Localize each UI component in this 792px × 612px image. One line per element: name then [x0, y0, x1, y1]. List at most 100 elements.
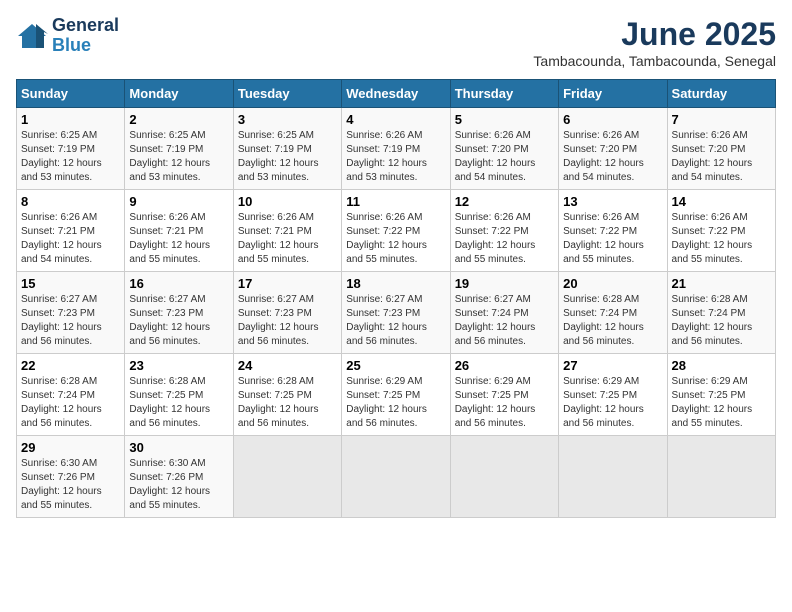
daylight-label: Daylight: 12 hours and 53 minutes. [238, 158, 319, 183]
sunrise-label: Sunrise: 6:26 AM [346, 212, 422, 223]
day-info: Sunrise: 6:26 AM Sunset: 7:21 PM Dayligh… [21, 211, 120, 267]
daylight-label: Daylight: 12 hours and 56 minutes. [672, 322, 753, 347]
daylight-label: Daylight: 12 hours and 55 minutes. [129, 240, 210, 265]
daylight-label: Daylight: 12 hours and 56 minutes. [346, 322, 427, 347]
daylight-label: Daylight: 12 hours and 55 minutes. [238, 240, 319, 265]
calendar-week-row: 29 Sunrise: 6:30 AM Sunset: 7:26 PM Dayl… [17, 436, 776, 518]
daylight-label: Daylight: 12 hours and 56 minutes. [21, 322, 102, 347]
calendar-cell: 29 Sunrise: 6:30 AM Sunset: 7:26 PM Dayl… [17, 436, 125, 518]
day-info: Sunrise: 6:26 AM Sunset: 7:22 PM Dayligh… [455, 211, 554, 267]
weekday-header-monday: Monday [125, 80, 233, 108]
weekday-header-wednesday: Wednesday [342, 80, 450, 108]
sunset-label: Sunset: 7:24 PM [21, 390, 95, 401]
calendar-cell: 10 Sunrise: 6:26 AM Sunset: 7:21 PM Dayl… [233, 190, 341, 272]
day-info: Sunrise: 6:25 AM Sunset: 7:19 PM Dayligh… [129, 129, 228, 185]
sunrise-label: Sunrise: 6:29 AM [563, 376, 639, 387]
sunset-label: Sunset: 7:22 PM [672, 226, 746, 237]
sunrise-label: Sunrise: 6:25 AM [21, 130, 97, 141]
day-info: Sunrise: 6:26 AM Sunset: 7:22 PM Dayligh… [672, 211, 771, 267]
day-number: 9 [129, 194, 228, 209]
day-info: Sunrise: 6:27 AM Sunset: 7:23 PM Dayligh… [346, 293, 445, 349]
sunset-label: Sunset: 7:25 PM [455, 390, 529, 401]
calendar-cell [450, 436, 558, 518]
day-info: Sunrise: 6:25 AM Sunset: 7:19 PM Dayligh… [238, 129, 337, 185]
calendar-body: 1 Sunrise: 6:25 AM Sunset: 7:19 PM Dayli… [17, 108, 776, 518]
day-info: Sunrise: 6:28 AM Sunset: 7:24 PM Dayligh… [563, 293, 662, 349]
day-number: 12 [455, 194, 554, 209]
sunrise-label: Sunrise: 6:29 AM [346, 376, 422, 387]
weekday-header-thursday: Thursday [450, 80, 558, 108]
calendar-week-row: 22 Sunrise: 6:28 AM Sunset: 7:24 PM Dayl… [17, 354, 776, 436]
calendar-table: SundayMondayTuesdayWednesdayThursdayFrid… [16, 79, 776, 518]
daylight-label: Daylight: 12 hours and 56 minutes. [129, 322, 210, 347]
sunrise-label: Sunrise: 6:27 AM [21, 294, 97, 305]
day-number: 3 [238, 112, 337, 127]
daylight-label: Daylight: 12 hours and 55 minutes. [346, 240, 427, 265]
calendar-cell: 14 Sunrise: 6:26 AM Sunset: 7:22 PM Dayl… [667, 190, 775, 272]
day-number: 29 [21, 440, 120, 455]
calendar-cell: 30 Sunrise: 6:30 AM Sunset: 7:26 PM Dayl… [125, 436, 233, 518]
daylight-label: Daylight: 12 hours and 56 minutes. [129, 404, 210, 429]
day-info: Sunrise: 6:28 AM Sunset: 7:25 PM Dayligh… [238, 375, 337, 431]
sunrise-label: Sunrise: 6:26 AM [346, 130, 422, 141]
daylight-label: Daylight: 12 hours and 55 minutes. [21, 486, 102, 511]
day-number: 25 [346, 358, 445, 373]
day-number: 17 [238, 276, 337, 291]
day-info: Sunrise: 6:30 AM Sunset: 7:26 PM Dayligh… [129, 457, 228, 513]
calendar-header: SundayMondayTuesdayWednesdayThursdayFrid… [17, 80, 776, 108]
calendar-cell: 16 Sunrise: 6:27 AM Sunset: 7:23 PM Dayl… [125, 272, 233, 354]
day-info: Sunrise: 6:27 AM Sunset: 7:23 PM Dayligh… [21, 293, 120, 349]
day-info: Sunrise: 6:26 AM Sunset: 7:21 PM Dayligh… [129, 211, 228, 267]
logo-text: General Blue [52, 16, 119, 56]
daylight-label: Daylight: 12 hours and 56 minutes. [238, 404, 319, 429]
logo-line1: General [52, 16, 119, 36]
sunrise-label: Sunrise: 6:28 AM [21, 376, 97, 387]
day-number: 28 [672, 358, 771, 373]
daylight-label: Daylight: 12 hours and 56 minutes. [563, 404, 644, 429]
day-number: 26 [455, 358, 554, 373]
sunset-label: Sunset: 7:23 PM [238, 308, 312, 319]
sunset-label: Sunset: 7:25 PM [238, 390, 312, 401]
calendar-cell: 21 Sunrise: 6:28 AM Sunset: 7:24 PM Dayl… [667, 272, 775, 354]
sunrise-label: Sunrise: 6:26 AM [672, 130, 748, 141]
day-number: 30 [129, 440, 228, 455]
daylight-label: Daylight: 12 hours and 56 minutes. [455, 322, 536, 347]
sunrise-label: Sunrise: 6:26 AM [672, 212, 748, 223]
calendar-cell: 19 Sunrise: 6:27 AM Sunset: 7:24 PM Dayl… [450, 272, 558, 354]
calendar-week-row: 15 Sunrise: 6:27 AM Sunset: 7:23 PM Dayl… [17, 272, 776, 354]
day-number: 16 [129, 276, 228, 291]
day-info: Sunrise: 6:29 AM Sunset: 7:25 PM Dayligh… [672, 375, 771, 431]
sunset-label: Sunset: 7:24 PM [563, 308, 637, 319]
weekday-header-friday: Friday [559, 80, 667, 108]
daylight-label: Daylight: 12 hours and 53 minutes. [21, 158, 102, 183]
sunrise-label: Sunrise: 6:29 AM [455, 376, 531, 387]
day-number: 14 [672, 194, 771, 209]
calendar-cell: 25 Sunrise: 6:29 AM Sunset: 7:25 PM Dayl… [342, 354, 450, 436]
calendar-cell [342, 436, 450, 518]
day-info: Sunrise: 6:29 AM Sunset: 7:25 PM Dayligh… [563, 375, 662, 431]
day-number: 20 [563, 276, 662, 291]
sunset-label: Sunset: 7:23 PM [21, 308, 95, 319]
logo-icon [16, 22, 48, 50]
sunset-label: Sunset: 7:24 PM [672, 308, 746, 319]
daylight-label: Daylight: 12 hours and 55 minutes. [672, 404, 753, 429]
sunset-label: Sunset: 7:19 PM [346, 144, 420, 155]
daylight-label: Daylight: 12 hours and 56 minutes. [455, 404, 536, 429]
day-number: 21 [672, 276, 771, 291]
sunset-label: Sunset: 7:25 PM [129, 390, 203, 401]
calendar-cell: 15 Sunrise: 6:27 AM Sunset: 7:23 PM Dayl… [17, 272, 125, 354]
day-info: Sunrise: 6:29 AM Sunset: 7:25 PM Dayligh… [346, 375, 445, 431]
calendar-cell: 23 Sunrise: 6:28 AM Sunset: 7:25 PM Dayl… [125, 354, 233, 436]
calendar-cell: 3 Sunrise: 6:25 AM Sunset: 7:19 PM Dayli… [233, 108, 341, 190]
daylight-label: Daylight: 12 hours and 56 minutes. [346, 404, 427, 429]
sunset-label: Sunset: 7:21 PM [21, 226, 95, 237]
sunset-label: Sunset: 7:21 PM [238, 226, 312, 237]
day-number: 22 [21, 358, 120, 373]
sunrise-label: Sunrise: 6:28 AM [563, 294, 639, 305]
calendar-cell: 24 Sunrise: 6:28 AM Sunset: 7:25 PM Dayl… [233, 354, 341, 436]
daylight-label: Daylight: 12 hours and 56 minutes. [563, 322, 644, 347]
calendar-cell [667, 436, 775, 518]
day-info: Sunrise: 6:25 AM Sunset: 7:19 PM Dayligh… [21, 129, 120, 185]
sunrise-label: Sunrise: 6:28 AM [238, 376, 314, 387]
calendar-cell: 12 Sunrise: 6:26 AM Sunset: 7:22 PM Dayl… [450, 190, 558, 272]
